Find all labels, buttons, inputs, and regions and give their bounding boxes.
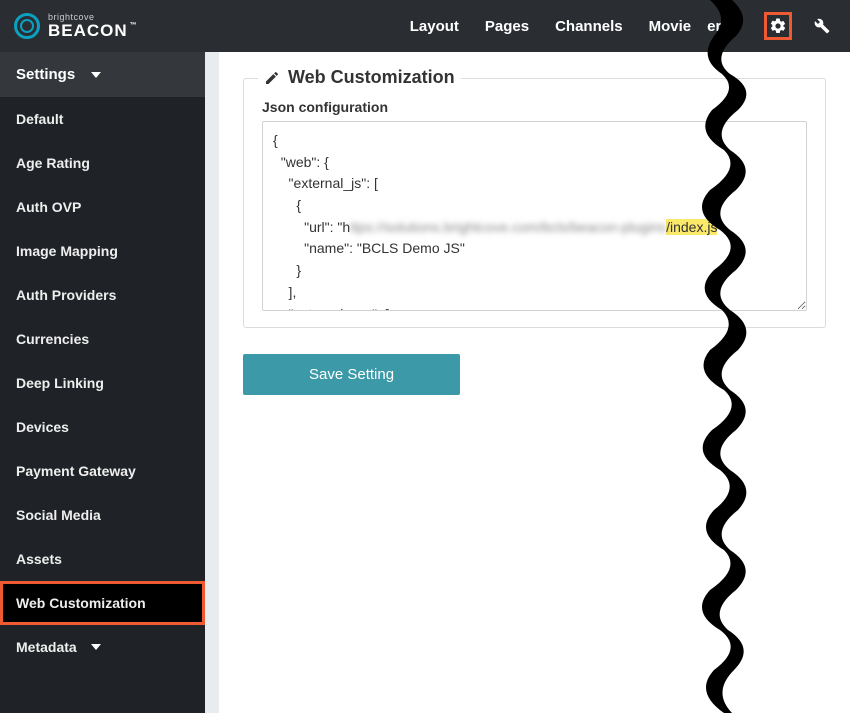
json-configuration-textarea[interactable]: { "web": { "external_js": [ { "url": "ht… xyxy=(262,121,807,311)
sidebar-item-deep-linking[interactable]: Deep Linking xyxy=(0,361,205,405)
gear-icon[interactable] xyxy=(764,12,792,40)
caret-down-icon xyxy=(91,72,101,78)
sidebar-item-metadata[interactable]: Metadata xyxy=(0,625,205,669)
pencil-icon xyxy=(264,70,280,86)
sidebar-header-settings[interactable]: Settings xyxy=(0,52,205,97)
scroll-gutter[interactable] xyxy=(205,52,219,713)
nav-pages[interactable]: Pages xyxy=(485,18,529,35)
sidebar-item-age-rating[interactable]: Age Rating xyxy=(0,141,205,185)
caret-down-icon xyxy=(91,644,101,650)
top-nav: Layout Pages Channels Movie erce xyxy=(410,12,836,40)
topbar: brightcove BEACON™ Layout Pages Channels… xyxy=(0,0,850,52)
field-label-json: Json configuration xyxy=(262,99,807,115)
nav-layout[interactable]: Layout xyxy=(410,18,459,35)
sidebar-header-label: Settings xyxy=(16,66,75,83)
sidebar-item-image-mapping[interactable]: Image Mapping xyxy=(0,229,205,273)
nav-commerce[interactable]: erce xyxy=(707,18,738,35)
logo-icon xyxy=(14,13,40,39)
web-customization-panel: Web Customization Json configuration { "… xyxy=(243,78,826,328)
sidebar-item-default[interactable]: Default xyxy=(0,97,205,141)
brand-logo[interactable]: brightcove BEACON™ xyxy=(14,13,138,39)
panel-title: Web Customization xyxy=(258,67,461,88)
sidebar-item-currencies[interactable]: Currencies xyxy=(0,317,205,361)
sidebar-item-auth-providers[interactable]: Auth Providers xyxy=(0,273,205,317)
save-setting-button[interactable]: Save Setting xyxy=(243,354,460,395)
sidebar-item-payment-gateway[interactable]: Payment Gateway xyxy=(0,449,205,493)
sidebar: Settings Default Age Rating Auth OVP Ima… xyxy=(0,52,205,713)
sidebar-item-assets[interactable]: Assets xyxy=(0,537,205,581)
nav-channels[interactable]: Channels xyxy=(555,18,623,35)
nav-movie[interactable]: Movie xyxy=(649,18,692,35)
sidebar-item-auth-ovp[interactable]: Auth OVP xyxy=(0,185,205,229)
sidebar-item-devices[interactable]: Devices xyxy=(0,405,205,449)
main-content: Web Customization Json configuration { "… xyxy=(205,52,850,713)
wrench-icon[interactable] xyxy=(808,12,836,40)
sidebar-item-social-media[interactable]: Social Media xyxy=(0,493,205,537)
brand-big: BEACON™ xyxy=(48,22,138,39)
sidebar-item-web-customization[interactable]: Web Customization xyxy=(0,581,205,625)
